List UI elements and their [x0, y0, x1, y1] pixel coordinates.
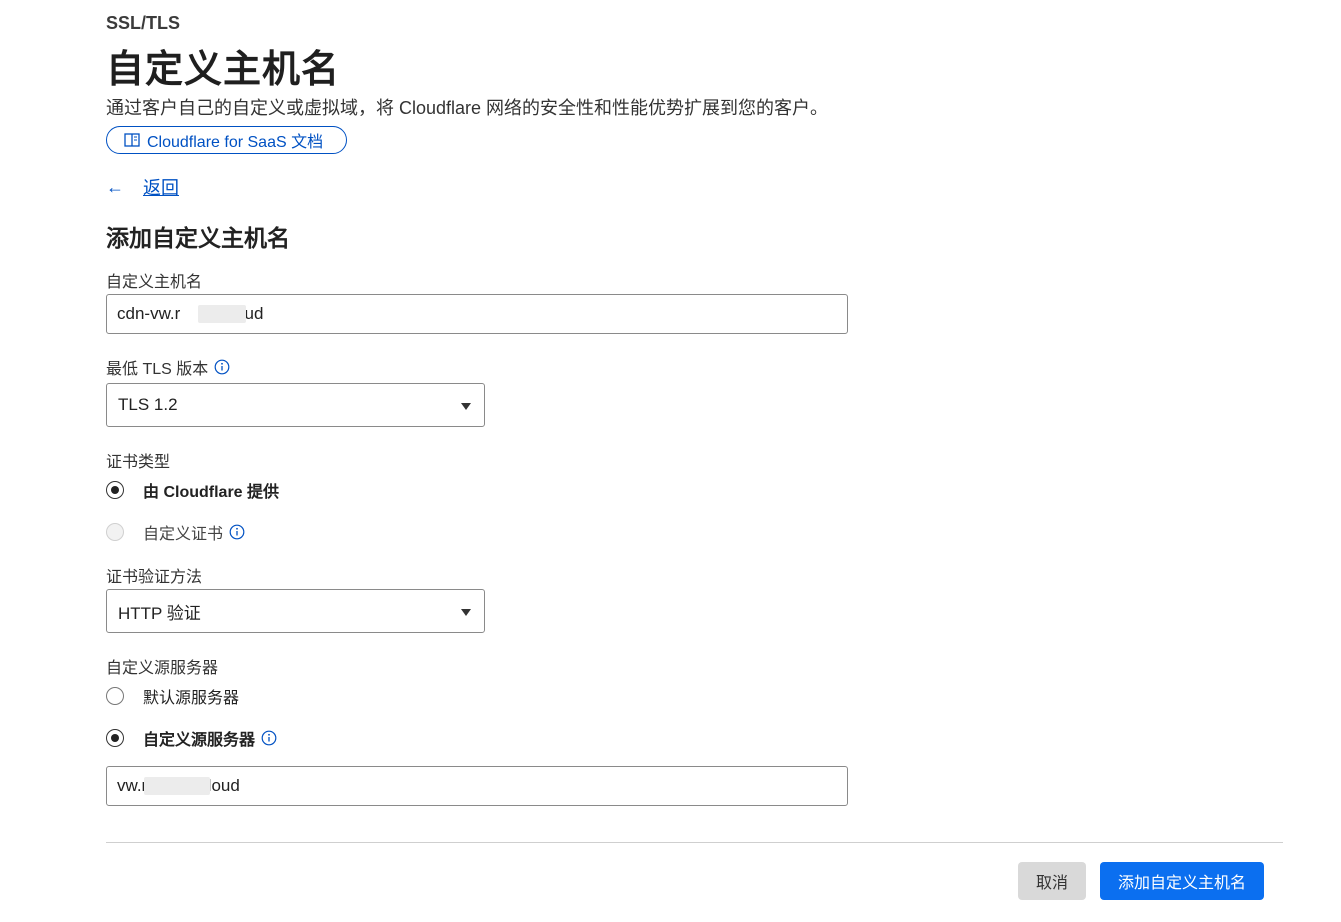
docs-link-label: Cloudflare for SaaS 文档	[147, 134, 324, 151]
cert-type-label-text: 证书类型	[106, 454, 171, 471]
radio-cert-custom[interactable]: 自定义证书	[106, 520, 245, 544]
validation-select[interactable]: HTTP 验证	[106, 589, 485, 633]
page-title: 自定义主机名	[106, 49, 341, 91]
info-icon[interactable]	[261, 730, 277, 746]
section-label: SSL/TLS	[106, 13, 181, 33]
book-icon	[124, 133, 140, 147]
info-icon[interactable]	[229, 524, 245, 540]
back-nav: ← 返回	[106, 174, 179, 200]
radio-label: 自定义证书	[143, 526, 224, 543]
radio-origin-custom[interactable]: 自定义源服务器	[106, 726, 277, 750]
info-icon[interactable]	[214, 359, 230, 375]
footer-divider	[106, 842, 1283, 843]
hostname-label: 自定义主机名	[106, 268, 202, 292]
cert-type-label: 证书类型	[106, 448, 170, 472]
min-tls-label-text: 最低 TLS 版本	[106, 361, 209, 378]
origin-input[interactable]	[106, 766, 848, 806]
radio-label: 由 Cloudflare 提供	[143, 484, 280, 501]
validation-value: HTTP 验证	[118, 603, 201, 623]
radio-origin-default[interactable]: 默认源服务器	[106, 684, 239, 708]
radio-label: 默认源服务器	[143, 690, 240, 707]
add-custom-hostname-page: SSL/TLS 自定义主机名 通过客户自己的自定义或虚拟域，将 Cloudfla…	[0, 0, 1341, 922]
min-tls-select[interactable]: TLS 1.2	[106, 383, 485, 427]
cancel-button[interactable]: 取消	[1018, 862, 1086, 900]
origin-label-text: 自定义源服务器	[106, 660, 219, 677]
hostname-label-text: 自定义主机名	[106, 274, 203, 291]
radio-button[interactable]	[106, 687, 124, 705]
page-description: 通过客户自己的自定义或虚拟域，将 Cloudflare 网络的安全性和性能优势扩…	[106, 98, 829, 118]
form-title: 添加自定义主机名	[106, 225, 290, 251]
validation-label: 证书验证方法	[106, 563, 202, 587]
min-tls-value: TLS 1.2	[118, 395, 178, 414]
caret-down-icon	[461, 609, 471, 616]
radio-button[interactable]	[106, 729, 124, 747]
radio-button[interactable]	[106, 481, 124, 499]
radio-button[interactable]	[106, 523, 124, 541]
min-tls-label: 最低 TLS 版本	[106, 355, 230, 379]
origin-label: 自定义源服务器	[106, 654, 218, 678]
back-arrow-icon[interactable]: ←	[106, 177, 143, 198]
caret-down-icon	[461, 403, 471, 410]
back-link[interactable]: 返回	[143, 174, 179, 200]
add-custom-hostname-button[interactable]: 添加自定义主机名	[1100, 862, 1264, 900]
radio-cert-cloudflare[interactable]: 由 Cloudflare 提供	[106, 478, 279, 502]
redaction-mask	[144, 777, 210, 795]
redaction-mask	[198, 305, 246, 323]
docs-link-button[interactable]: Cloudflare for SaaS 文档	[106, 126, 347, 154]
radio-label: 自定义源服务器	[143, 732, 256, 749]
validation-label-text: 证书验证方法	[106, 569, 203, 586]
